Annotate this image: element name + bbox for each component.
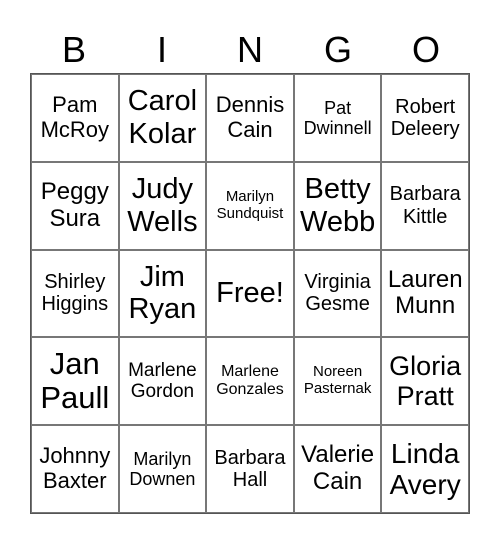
bingo-cell[interactable]: Marilyn Downen — [118, 425, 207, 513]
cell-label: Peggy Sura — [40, 177, 109, 232]
bingo-cell[interactable]: Judy Wells — [118, 161, 207, 250]
bingo-cell[interactable]: Marlene Gonzales — [206, 337, 294, 426]
cell-label: Free! — [216, 277, 284, 310]
bingo-cell[interactable]: Pat Dwinnell — [293, 74, 382, 162]
cell-label: Gloria Pratt — [389, 351, 462, 412]
cell-label: Linda Avery — [389, 437, 461, 501]
bingo-cell[interactable]: Jan Paull — [31, 337, 119, 426]
cell-label: Pam McRoy — [40, 92, 110, 142]
bingo-grid: Pam McRoy Carol Kolar Dennis Cain Pat Dwinnell R… — [30, 73, 470, 514]
cell-label: Jan Paull — [40, 345, 110, 416]
cell-label: Virginia Gesme — [304, 271, 371, 316]
bingo-cell[interactable]: Shirley Higgins — [31, 249, 119, 338]
bingo-cell[interactable]: Virginia Gesme — [293, 249, 382, 338]
header-letter-b: B — [61, 29, 86, 70]
bingo-cell[interactable]: Jim Ryan — [118, 249, 207, 338]
cell-label: Marlene Gordon — [128, 360, 197, 403]
bingo-cell[interactable]: Noreen Pasternak — [293, 337, 382, 426]
bingo-cell[interactable]: Marilyn Sundquist — [206, 161, 294, 250]
bingo-cell[interactable]: Pam McRoy — [31, 74, 119, 162]
cell-label: Judy Wells — [127, 173, 198, 238]
bingo-cell[interactable]: Peggy Sura — [31, 161, 119, 250]
cell-label: Pat Dwinnell — [303, 97, 372, 138]
bingo-cell[interactable]: Betty Webb — [293, 161, 382, 250]
cell-label: Lauren Munn — [387, 265, 463, 320]
bingo-cell[interactable]: Linda Avery — [381, 425, 469, 513]
cell-label: Carol Kolar — [127, 85, 198, 150]
bingo-cell[interactable]: Barbara Kittle — [381, 161, 469, 250]
header-letter-n: N — [237, 29, 263, 70]
cell-label: Marilyn Sundquist — [216, 187, 284, 222]
cell-label: Marlene Gonzales — [216, 363, 284, 399]
bingo-cell[interactable]: Johnny Baxter — [31, 425, 119, 513]
bingo-header: B I N G O — [30, 26, 470, 74]
header-letter-i: I — [156, 29, 167, 70]
cell-label: Shirley Higgins — [41, 271, 109, 316]
bingo-cell[interactable]: Lauren Munn — [381, 249, 469, 338]
cell-label: Robert Deleery — [390, 95, 460, 140]
bingo-cell[interactable]: Dennis Cain — [206, 74, 294, 162]
bingo-cell[interactable]: Marlene Gordon — [118, 337, 207, 426]
bingo-cell[interactable]: Barbara Hall — [206, 425, 294, 513]
cell-label: Barbara Kittle — [389, 183, 461, 228]
cell-label: Johnny Baxter — [39, 443, 111, 494]
bingo-cell[interactable]: Robert Deleery — [381, 74, 469, 162]
cell-label: Marilyn Downen — [129, 448, 196, 490]
cell-label: Betty Webb — [299, 173, 376, 238]
cell-label: Valerie Cain — [301, 441, 375, 496]
cell-label: Barbara Hall — [214, 446, 286, 492]
bingo-cell[interactable]: Carol Kolar — [118, 74, 207, 162]
free-space-cell[interactable]: Free! — [206, 249, 294, 338]
cell-label: Dennis Cain — [215, 92, 285, 142]
header-letter-o: O — [411, 29, 440, 70]
bingo-cell[interactable]: Valerie Cain — [293, 425, 382, 513]
cell-label: Noreen Pasternak — [303, 363, 372, 398]
cell-label: Jim Ryan — [128, 261, 197, 326]
bingo-cell[interactable]: Gloria Pratt — [381, 337, 469, 426]
header-letter-g: G — [323, 29, 352, 70]
